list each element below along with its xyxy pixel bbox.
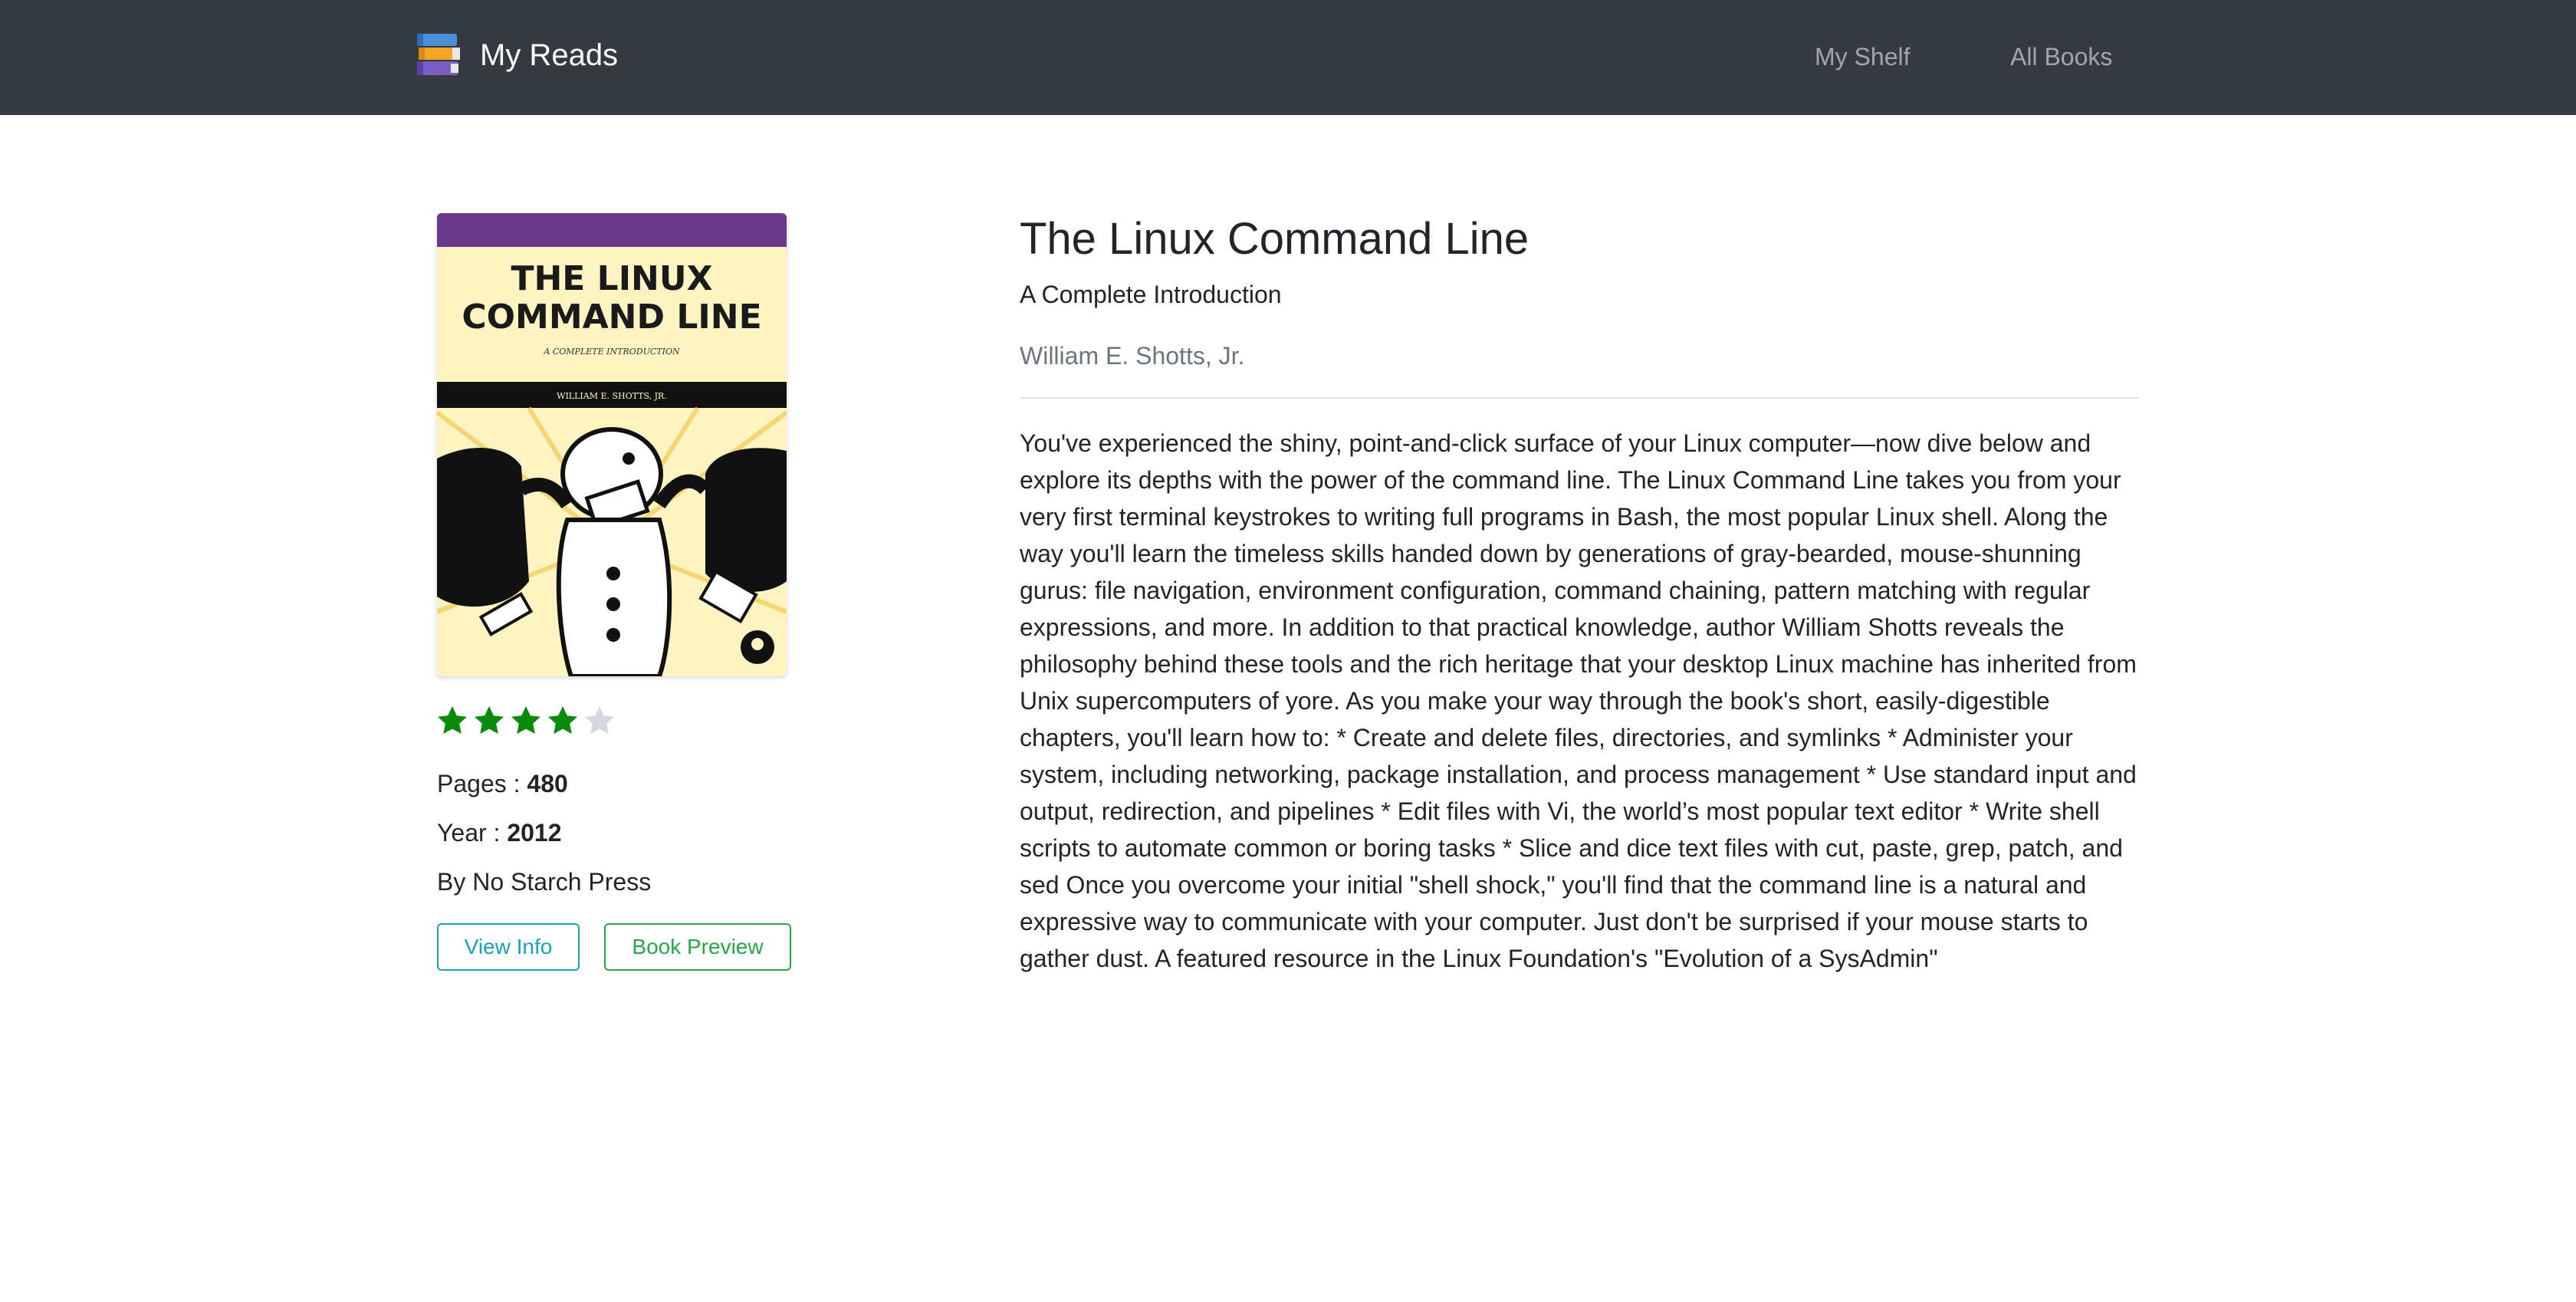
top-navbar: My Reads My Shelf All Books (0, 0, 2576, 115)
nav-my-shelf[interactable]: My Shelf (1815, 40, 1910, 74)
brand-name: My Reads (480, 38, 619, 72)
rating-stars (434, 702, 618, 739)
page-count: Pages : 480 (437, 767, 568, 801)
cover-tagline: A COMPLETE INTRODUCTION (543, 347, 680, 357)
brand-link[interactable]: My Reads (414, 31, 618, 80)
book-preview-button[interactable]: Book Preview (604, 923, 791, 971)
book-author: William E. Shotts, Jr. (1020, 342, 1245, 370)
cover-byline: WILLIAM E. SHOTTS, JR. (557, 391, 667, 401)
book-title: The Linux Command Line (1020, 214, 1530, 264)
publish-year: Year : 2012 (437, 816, 562, 850)
pages-label: Pages : (437, 770, 527, 797)
star-empty-icon (585, 706, 614, 734)
star-filled-icon (511, 706, 540, 734)
pages-value: 480 (527, 770, 568, 797)
star-filled-icon (438, 706, 467, 734)
nav-all-books[interactable]: All Books (2010, 40, 2112, 74)
star-filled-icon (548, 706, 577, 734)
year-value: 2012 (507, 819, 562, 847)
publisher: By No Starch Press (437, 868, 652, 896)
book-subtitle: A Complete Introduction (1020, 281, 1282, 308)
book-cover-image: THE LINUX COMMAND LINE A COMPLETE INTROD… (437, 213, 787, 676)
books-stack-icon (417, 34, 460, 75)
cover-title-line2: COMMAND LINE (462, 298, 761, 337)
book-description: You've experienced the shiny, point-and-… (1020, 429, 2137, 972)
cover-title-line1: THE LINUX (511, 259, 712, 298)
view-info-button[interactable]: View Info (437, 923, 580, 971)
section-divider (1020, 397, 2139, 399)
year-label: Year : (437, 819, 508, 847)
star-filled-icon (475, 706, 504, 734)
book-cover-art: THE LINUX COMMAND LINE A COMPLETE INTROD… (437, 213, 787, 676)
